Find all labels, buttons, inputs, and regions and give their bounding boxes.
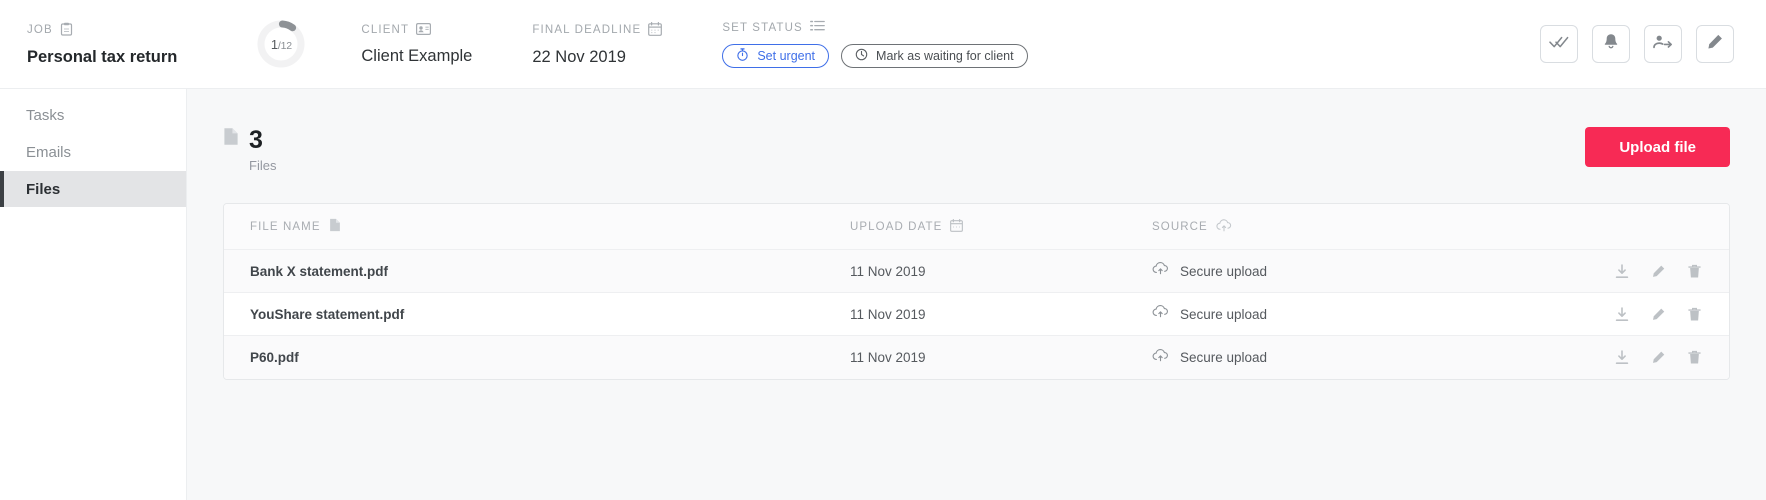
pencil-icon [1706, 33, 1724, 56]
table-row[interactable]: P60.pdf 11 Nov 2019 Secure upload [224, 336, 1729, 379]
trash-icon[interactable] [1688, 307, 1701, 322]
pencil-icon[interactable] [1651, 264, 1666, 279]
stopwatch-icon [736, 48, 749, 64]
cloud-upload-icon [1216, 218, 1232, 235]
download-icon[interactable] [1615, 306, 1629, 322]
column-header-file-name[interactable]: FILE NAME [250, 218, 850, 235]
status-label-row: SET STATUS [722, 20, 1027, 35]
cell-file-name: Bank X statement.pdf [250, 263, 389, 279]
cell-upload-date: 11 Nov 2019 [850, 350, 926, 365]
contact-card-icon [416, 22, 432, 38]
row-actions [1609, 350, 1729, 365]
cell-source-label: Secure upload [1180, 306, 1268, 322]
column-label: SOURCE [1152, 220, 1208, 233]
cloud-upload-icon [1152, 262, 1169, 280]
cell-source-label: Secure upload [1180, 350, 1268, 365]
status-meta: SET STATUS Set urgent Mark as waiting fo… [722, 20, 1028, 68]
row-actions [1609, 263, 1729, 279]
sidebar-item-tasks[interactable]: Tasks [0, 97, 186, 133]
client-meta: CLIENT Client Example [361, 22, 473, 66]
assign-button[interactable] [1644, 25, 1682, 63]
person-share-icon [1653, 34, 1673, 55]
file-count-block: 3 Files [223, 127, 276, 173]
column-label: FILE NAME [250, 220, 321, 233]
job-label: JOB [27, 24, 53, 36]
sidebar-item-label: Emails [26, 143, 72, 161]
client-name: Client Example [361, 46, 473, 65]
client-label: CLIENT [361, 24, 410, 36]
mark-waiting-chip[interactable]: Mark as waiting for client [841, 44, 1028, 68]
set-urgent-label: Set urgent [757, 49, 816, 63]
table-row[interactable]: YouShare statement.pdf 11 Nov 2019 Secur… [224, 293, 1729, 336]
deadline-label-row: FINAL DEADLINE [532, 21, 663, 39]
cloud-upload-icon [1152, 348, 1169, 367]
cloud-upload-icon [1152, 305, 1169, 323]
cell-source: Secure upload [1152, 348, 1609, 367]
column-header-source[interactable]: SOURCE [1152, 218, 1609, 235]
cell-source: Secure upload [1152, 305, 1609, 323]
clipboard-icon [60, 22, 73, 39]
client-label-row: CLIENT [361, 22, 472, 38]
complete-button[interactable] [1540, 25, 1578, 63]
mark-waiting-label: Mark as waiting for client [876, 49, 1014, 63]
cell-file-name: P60.pdf [250, 350, 299, 365]
cell-source: Secure upload [1152, 262, 1609, 280]
pencil-icon[interactable] [1651, 350, 1666, 365]
topbar-action-buttons [1540, 25, 1734, 63]
progress-total: 12 [280, 39, 292, 52]
file-count-label: Files [249, 158, 277, 173]
job-progress-ring: 1/12 [257, 20, 305, 68]
table-header-row: FILE NAME UPLOAD DATE SOURCE [224, 204, 1729, 250]
file-count-texts: 3 Files [249, 127, 276, 173]
cell-file-name: YouShare statement.pdf [250, 306, 405, 322]
download-icon[interactable] [1615, 263, 1629, 279]
edit-button[interactable] [1696, 25, 1734, 63]
progress-current: 1 [270, 36, 278, 52]
sidebar-item-label: Tasks [26, 106, 65, 124]
sidebar-item-files[interactable]: Files [0, 171, 186, 207]
sidebar-item-label: Files [26, 180, 61, 198]
column-header-upload-date[interactable]: UPLOAD DATE [850, 218, 1152, 235]
job-meta: JOB Personal tax return [27, 22, 177, 67]
cell-upload-date: 11 Nov 2019 [850, 263, 926, 279]
calendar-icon [648, 21, 663, 39]
sidebar: Tasks Emails Files [0, 89, 187, 500]
file-icon [329, 218, 341, 235]
trash-icon[interactable] [1688, 350, 1701, 365]
download-icon[interactable] [1615, 350, 1629, 365]
files-table: FILE NAME UPLOAD DATE SOURCE Bank X stat… [223, 203, 1730, 380]
row-actions [1609, 306, 1729, 322]
file-count-number: 3 [249, 126, 263, 154]
table-row[interactable]: Bank X statement.pdf 11 Nov 2019 Secure … [224, 250, 1729, 293]
progress-text: 1/12 [271, 37, 292, 52]
list-icon [809, 20, 825, 35]
sidebar-item-emails[interactable]: Emails [0, 134, 186, 170]
double-check-icon [1549, 35, 1569, 54]
set-urgent-chip[interactable]: Set urgent [722, 44, 830, 68]
pencil-icon[interactable] [1651, 307, 1666, 322]
deadline-meta: FINAL DEADLINE 22 Nov 2019 [532, 21, 663, 67]
file-icon [223, 127, 239, 151]
top-bar: JOB Personal tax return 1/12 CLIENT Clie… [0, 0, 1766, 89]
cell-source-label: Secure upload [1180, 263, 1268, 279]
trash-icon[interactable] [1688, 264, 1701, 279]
status-label: SET STATUS [722, 21, 803, 34]
bell-icon [1603, 33, 1619, 56]
job-label-row: JOB [27, 22, 177, 39]
main-content: 3 Files Upload file FILE NAME UPLOAD DAT… [187, 89, 1766, 500]
status-chip-group: Set urgent Mark as waiting for client [722, 44, 1028, 68]
job-title: Personal tax return [27, 47, 178, 66]
body-wrapper: Tasks Emails Files 3 Files Upload file F… [0, 89, 1766, 500]
deadline-date: 22 Nov 2019 [532, 47, 626, 66]
calendar-icon [950, 218, 964, 235]
upload-file-button[interactable]: Upload file [1585, 127, 1730, 167]
main-header: 3 Files Upload file [223, 89, 1730, 173]
deadline-label: FINAL DEADLINE [532, 24, 642, 36]
column-label: UPLOAD DATE [850, 220, 943, 233]
cell-upload-date: 11 Nov 2019 [850, 306, 926, 322]
notify-button[interactable] [1592, 25, 1630, 63]
clock-icon [855, 48, 868, 64]
